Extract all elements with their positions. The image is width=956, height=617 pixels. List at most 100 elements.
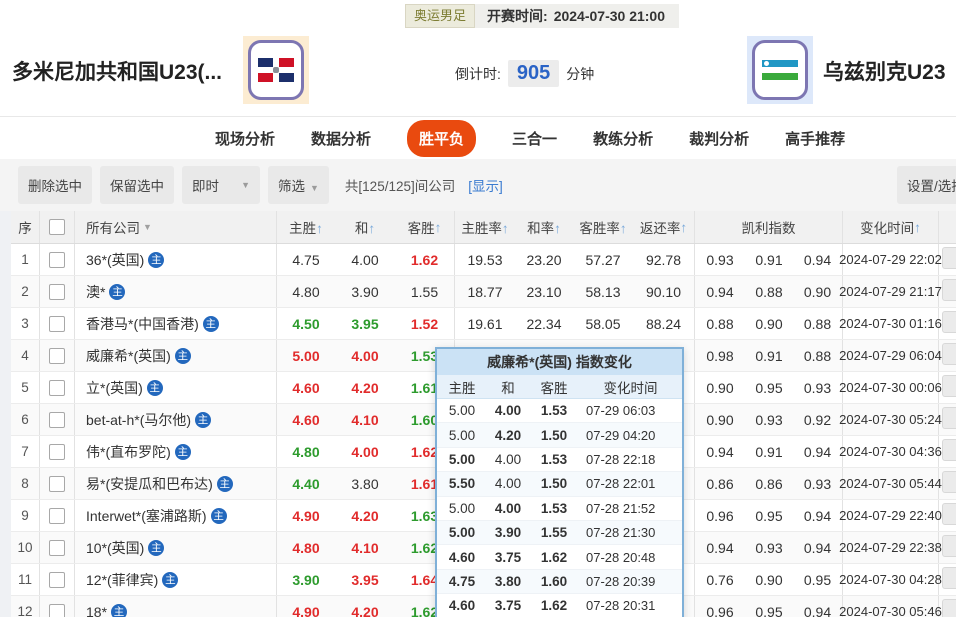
- company-name[interactable]: Interwet*(塞浦路斯): [86, 506, 207, 526]
- row-checkbox[interactable]: [49, 284, 65, 300]
- trend-button[interactable]: [942, 439, 956, 461]
- row-checkbox[interactable]: [49, 604, 65, 617]
- left-gutter: [0, 211, 11, 617]
- company-name[interactable]: 澳*: [86, 282, 105, 302]
- trend-button[interactable]: [942, 343, 956, 365]
- col-header-company[interactable]: 所有公司▼: [75, 211, 277, 243]
- home-company-icon[interactable]: 主: [148, 540, 164, 556]
- col-header-payout[interactable]: 返还率↑: [633, 211, 695, 243]
- company-name[interactable]: 威廉希*(英国): [86, 346, 171, 366]
- trend-button[interactable]: [942, 471, 956, 493]
- home-company-icon[interactable]: 主: [175, 348, 191, 364]
- company-name[interactable]: 10*(英国): [86, 538, 144, 558]
- popup-col-away: 客胜: [529, 377, 579, 397]
- row-checkbox[interactable]: [49, 540, 65, 556]
- home-company-icon[interactable]: 主: [211, 508, 227, 524]
- filter-dropdown[interactable]: 筛选▼: [268, 166, 329, 204]
- home-company-icon[interactable]: 主: [162, 572, 178, 588]
- draw-odds: 4.20: [335, 380, 395, 396]
- kelly-away: 0.93: [793, 372, 843, 403]
- row-checkbox[interactable]: [49, 444, 65, 460]
- home-company-icon[interactable]: 主: [195, 412, 211, 428]
- popup-home-odds: 4.60: [437, 550, 487, 565]
- home-company-icon[interactable]: 主: [148, 252, 164, 268]
- company-name[interactable]: 香港马*(中国香港): [86, 314, 199, 334]
- show-link[interactable]: [显示]: [468, 175, 503, 195]
- kelly-draw: 0.90: [745, 572, 793, 588]
- popup-change-time: 07-29 06:03: [579, 403, 682, 418]
- away-rate: 58.13: [573, 284, 633, 300]
- row-checkbox[interactable]: [49, 412, 65, 428]
- kelly-draw: 0.91: [745, 444, 793, 460]
- company-name[interactable]: 36*(英国): [86, 250, 144, 270]
- row-number: 11: [11, 564, 40, 595]
- trend-button[interactable]: [942, 279, 956, 301]
- trend-button[interactable]: [942, 535, 956, 557]
- company-name[interactable]: 立*(英国): [86, 378, 143, 398]
- company-name[interactable]: 伟*(直布罗陀): [86, 442, 171, 462]
- trend-button[interactable]: [942, 375, 956, 397]
- popup-change-time: 07-28 20:31: [579, 598, 682, 613]
- kelly-draw: 0.95: [745, 508, 793, 524]
- tab-three-in-one[interactable]: 三合一: [512, 128, 557, 149]
- col-header-home-odds[interactable]: 主胜↑: [277, 217, 335, 237]
- trend-button[interactable]: [942, 599, 956, 617]
- tab-expert-picks[interactable]: 高手推荐: [785, 128, 845, 149]
- select-all-checkbox[interactable]: [49, 219, 65, 235]
- tab-coach-analysis[interactable]: 教练分析: [593, 128, 653, 149]
- kelly-away: 0.92: [793, 404, 843, 435]
- kelly-away: 0.88: [793, 308, 843, 339]
- row-checkbox[interactable]: [49, 508, 65, 524]
- company-name[interactable]: 12*(菲律宾): [86, 570, 158, 590]
- row-checkbox[interactable]: [49, 316, 65, 332]
- kelly-draw: 0.91: [745, 252, 793, 268]
- col-header-draw-odds[interactable]: 和↑: [335, 217, 395, 237]
- draw-odds: 3.80: [335, 476, 395, 492]
- home-rate: 19.53: [455, 252, 515, 268]
- tab-live-analysis[interactable]: 现场分析: [215, 128, 275, 149]
- row-checkbox[interactable]: [49, 572, 65, 588]
- row-checkbox[interactable]: [49, 476, 65, 492]
- home-company-icon[interactable]: 主: [217, 476, 233, 492]
- popup-away-odds: 1.50: [529, 476, 579, 491]
- draw-rate: 23.10: [515, 284, 573, 300]
- kelly-draw: 0.86: [745, 476, 793, 492]
- trend-button[interactable]: [942, 311, 956, 333]
- tab-data-analysis[interactable]: 数据分析: [311, 128, 371, 149]
- company-name[interactable]: 18*: [86, 604, 107, 617]
- trend-button[interactable]: [942, 503, 956, 525]
- kelly-home: 0.88: [695, 316, 745, 332]
- instant-odds-dropdown[interactable]: 即时▼: [182, 166, 260, 204]
- col-header-change-time[interactable]: 变化时间↑: [843, 211, 939, 243]
- kelly-home: 0.94: [695, 540, 745, 556]
- col-header-home-rate[interactable]: 主胜率↑: [455, 217, 515, 237]
- trend-button[interactable]: [942, 247, 956, 269]
- home-company-icon[interactable]: 主: [111, 604, 127, 617]
- sort-up-icon: ↑: [554, 221, 561, 236]
- keep-selected-button[interactable]: 保留选中: [100, 166, 174, 204]
- kelly-home: 0.90: [695, 412, 745, 428]
- col-header-draw-rate[interactable]: 和率↑: [515, 217, 573, 237]
- tab-win-draw-lose[interactable]: 胜平负: [407, 120, 476, 157]
- row-checkbox[interactable]: [49, 380, 65, 396]
- tab-referee-analysis[interactable]: 裁判分析: [689, 128, 749, 149]
- home-company-icon[interactable]: 主: [109, 284, 125, 300]
- delete-selected-button[interactable]: 删除选中: [18, 166, 92, 204]
- company-name[interactable]: bet-at-h*(马尔他): [86, 410, 191, 430]
- home-company-icon[interactable]: 主: [175, 444, 191, 460]
- company-name[interactable]: 易*(安提瓜和巴布达): [86, 474, 213, 494]
- col-header-away-rate[interactable]: 客胜率↑: [573, 217, 633, 237]
- row-checkbox[interactable]: [49, 252, 65, 268]
- home-company-icon[interactable]: 主: [147, 380, 163, 396]
- popup-title: 威廉希*(英国) 指数变化: [437, 349, 682, 375]
- trend-button[interactable]: [942, 567, 956, 589]
- settings-select-button[interactable]: 设置/选择: [897, 166, 956, 204]
- row-number: 3: [11, 308, 40, 339]
- col-header-away-odds[interactable]: 客胜↑: [395, 211, 455, 243]
- kelly-away: 0.95: [793, 564, 843, 595]
- trend-button[interactable]: [942, 407, 956, 429]
- draw-odds: 4.20: [335, 508, 395, 524]
- row-checkbox[interactable]: [49, 348, 65, 364]
- draw-odds: 3.95: [335, 316, 395, 332]
- home-company-icon[interactable]: 主: [203, 316, 219, 332]
